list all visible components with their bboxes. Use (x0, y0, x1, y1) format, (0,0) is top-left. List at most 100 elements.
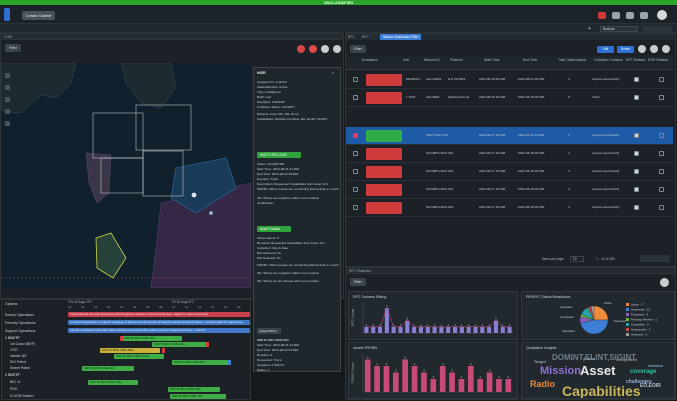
alert-icon[interactable] (598, 12, 606, 19)
nft-checkbox[interactable] (634, 133, 639, 138)
unit-group-label[interactable]: 1 SNCTF (5, 373, 20, 377)
column-header[interactable]: Collection Function (594, 58, 623, 62)
rfc-bar[interactable]: SNCTF-RFC-0032-Nike (100, 348, 160, 353)
column-header[interactable]: Unit (403, 58, 409, 62)
row-checkbox[interactable] (353, 205, 358, 210)
asset-marker[interactable] (209, 211, 213, 215)
edit-button[interactable]: Edit (597, 46, 614, 53)
table-row[interactable]: SNCT-0021 001 2024-08-17 16:00Z 2024-08-18… (346, 127, 673, 145)
roe-checkbox[interactable] (659, 169, 664, 174)
asset-position-badge[interactable]: Asset Position (257, 226, 291, 232)
layers-icon[interactable] (5, 109, 10, 114)
add-icon[interactable] (638, 45, 646, 53)
row-checkbox[interactable] (353, 77, 358, 82)
table-row[interactable]: 1 NCIT Ahss0001 Nighted Pursuit 2024-08-19 … (346, 89, 673, 107)
unit-group-label[interactable]: 1 SNCTF (5, 336, 20, 340)
nft-checkbox[interactable] (634, 151, 639, 156)
ops-bar[interactable]: Conduct preparation to support passage o… (68, 320, 250, 325)
create-outline-button[interactable]: Create Outline (22, 11, 55, 20)
settings-icon[interactable] (640, 12, 648, 19)
measure-icon[interactable] (5, 121, 10, 126)
refresh-icon[interactable] (660, 278, 669, 287)
rejected-status-icon[interactable] (366, 166, 402, 178)
add-icon[interactable]: + (588, 26, 591, 32)
row-checkbox[interactable] (353, 187, 358, 192)
view-controls[interactable] (642, 26, 672, 32)
columns-icon[interactable] (662, 45, 670, 53)
map-filter-button[interactable]: Filter (5, 44, 21, 52)
column-header[interactable]: NFT Related (626, 58, 645, 62)
nft-checkbox[interactable] (634, 205, 639, 210)
roe-checkbox[interactable] (659, 187, 664, 192)
roe-checkbox[interactable] (659, 205, 664, 210)
page-size-select[interactable]: 10 (570, 256, 584, 262)
map-settings-icon[interactable] (333, 45, 341, 53)
tab-rfc[interactable]: RFC (348, 34, 355, 40)
rfc-badge[interactable]: SNCTF-RFC-0033 (257, 152, 301, 158)
avatar[interactable] (657, 10, 667, 20)
zoom-in-icon[interactable] (5, 73, 10, 78)
tab-rfc-2[interactable]: RFC (362, 34, 369, 40)
rejected-status-icon[interactable] (366, 74, 402, 86)
rejected-status-icon[interactable] (366, 148, 402, 160)
map-canvas[interactable] (1, 63, 251, 288)
linked-rfcs-tab[interactable]: Linked RFCs (257, 328, 281, 334)
nft-checkbox[interactable] (634, 95, 639, 100)
ops-bar[interactable]: Identify undeclared and other illicit ac… (68, 328, 250, 333)
rfc-bar[interactable]: SNCTF-RFC-0033-001 (122, 336, 182, 341)
zoom-out-icon[interactable] (5, 85, 10, 90)
rfc-bar[interactable]: SNCTF-RFC-0033-Nike (88, 380, 138, 385)
rfc-bar[interactable]: SNCTF-RFC-0033-001 (152, 342, 208, 347)
menu-icon[interactable] (626, 12, 634, 19)
nft-checkbox[interactable] (634, 77, 639, 82)
map-pin-icon[interactable] (309, 45, 317, 53)
rejected-status-icon[interactable] (366, 92, 402, 104)
rfc-bar[interactable]: SNCTF-RFC-0033-002 (168, 387, 220, 392)
rejected-status-icon[interactable] (366, 202, 402, 214)
nft-checkbox[interactable] (634, 187, 639, 192)
row-checkbox[interactable] (353, 151, 358, 156)
column-header[interactable]: Start Time (484, 58, 499, 62)
column-header[interactable]: End Time (523, 58, 537, 62)
table-row[interactable]: SCOMPS-0021 001 2024-08-17 16:00Z 2024-08-… (346, 163, 673, 181)
nft-checkbox[interactable] (634, 169, 639, 174)
pager-nav[interactable] (640, 255, 670, 262)
conflict-marker[interactable] (228, 360, 231, 365)
close-icon[interactable]: × (332, 70, 334, 75)
rfc-bar[interactable]: SNCTF-RFC-0032-Dock (114, 354, 164, 359)
export-icon[interactable] (650, 45, 658, 53)
layout-select[interactable]: Buttons (600, 26, 638, 32)
roe-checkbox[interactable] (659, 133, 664, 138)
roe-checkbox[interactable] (659, 151, 664, 156)
table-row[interactable]: SCOMPS-0021 001 2024-08-17 16:00Z 2024-08-… (346, 145, 673, 163)
table-row[interactable]: SEARPAC ahnun0001 E-8 JSTARS 2024-08-19 00:… (346, 71, 673, 89)
column-header[interactable]: Mission ID (424, 58, 440, 62)
conflict-marker[interactable] (162, 348, 165, 353)
table-filter-button[interactable]: Filter (350, 45, 366, 53)
message-icon[interactable] (612, 12, 620, 19)
conflict-marker[interactable] (120, 336, 123, 341)
rejected-status-icon[interactable] (366, 184, 402, 196)
table-row[interactable]: SCOMPS-0021 001 2024-08-17 16:00Z 2024-08-… (346, 199, 673, 217)
timeline-options[interactable]: Options (5, 302, 17, 306)
map-layer-icon[interactable] (297, 45, 305, 53)
column-header[interactable]: ROE Related (648, 58, 668, 62)
map-draw-icon[interactable] (321, 45, 329, 53)
column-header[interactable]: Total Observations (558, 58, 586, 62)
ops-bar[interactable]: Transnational terrorist threatening libe… (68, 312, 250, 317)
roe-checkbox[interactable] (659, 95, 664, 100)
roe-checkbox[interactable] (659, 77, 664, 82)
compass-icon[interactable] (5, 97, 10, 102)
conflict-marker[interactable] (206, 342, 209, 347)
app-logo[interactable] (4, 8, 10, 21)
dashboard-tab[interactable]: RFC Statistics (346, 268, 675, 274)
column-header[interactable]: Platform (450, 58, 463, 62)
tab-mission-dashboard[interactable]: Mission Dashboard Filter (380, 34, 422, 40)
row-checkbox[interactable] (353, 133, 358, 138)
column-header[interactable]: Evaluation (362, 58, 378, 62)
rfc-bar[interactable]: SNCTF-RFC-0033-003 (172, 360, 230, 365)
row-checkbox[interactable] (353, 95, 358, 100)
dashboard-filter-button[interactable]: Filter (350, 278, 366, 286)
approved-status-icon[interactable] (366, 130, 402, 142)
delete-button[interactable]: Delete (617, 46, 634, 53)
